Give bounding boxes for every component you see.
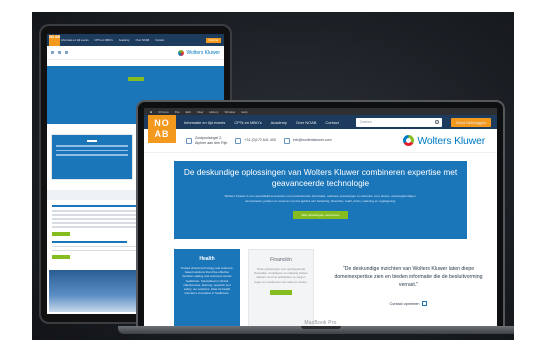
address-city: Alphen aan den Rijn xyxy=(195,140,228,145)
card-title: Financiën xyxy=(270,257,292,263)
nav-item-over-noab[interactable]: Over NOAB xyxy=(296,120,317,125)
nav-item-cpts[interactable]: CPTs en MBO's xyxy=(234,120,261,125)
product-photo: NO AB Informatie en tijd events CPTs en … xyxy=(32,12,514,340)
card-button[interactable] xyxy=(270,289,292,295)
logo-text-top: NO xyxy=(154,118,170,128)
email-address: info@wolterskluwer.com xyxy=(292,138,332,143)
search-placeholder: Zoeken xyxy=(360,120,372,124)
nav-item-academy[interactable]: Academy xyxy=(271,120,287,125)
laptop-screen: ● Chrome File Edit View History Window H… xyxy=(144,108,497,326)
article-button[interactable] xyxy=(52,255,70,260)
tablet-nav-item[interactable]: Academy xyxy=(119,39,130,42)
location-icon xyxy=(51,51,54,54)
phone-icon xyxy=(235,137,242,144)
mail-icon xyxy=(65,51,68,54)
content-row: Health Trusted clinical technology and e… xyxy=(174,249,497,326)
testimonial-quote: "De deskundige inzichten van Wolters Klu… xyxy=(334,266,483,288)
tablet-cta-button[interactable]: Word lid xyxy=(205,37,221,43)
main-nav: Informatie en tijd events CPTs en MBO's … xyxy=(144,115,497,129)
menubar-item[interactable]: Edit xyxy=(186,110,191,114)
article-button[interactable] xyxy=(52,231,70,236)
search-icon[interactable] xyxy=(435,120,439,124)
external-link-icon xyxy=(422,301,428,306)
card-body: Trusted clinical technology and evidence… xyxy=(180,266,234,296)
nav-item-contact[interactable]: Contact xyxy=(325,120,338,125)
phone-number: +31 (0)172 641 400 xyxy=(244,138,276,143)
tablet-brand-name: Wolters Kluwer xyxy=(186,49,220,56)
hero-title: De deskundige oplossingen van Wolters Kl… xyxy=(183,167,458,188)
menubar-item[interactable]: View xyxy=(197,110,203,114)
login-button[interactable]: Word lid/inloggen xyxy=(451,117,491,127)
wolters-kluwer-logo-icon xyxy=(403,135,415,146)
wolters-kluwer-logo-icon xyxy=(178,49,185,56)
contact-link[interactable]: Contact opnemen xyxy=(390,301,428,306)
search-input[interactable]: Zoeken xyxy=(356,117,442,127)
os-menubar: ● Chrome File Edit View History Window H… xyxy=(144,108,497,115)
tablet-hero-button[interactable] xyxy=(127,77,144,81)
location-icon xyxy=(186,137,192,144)
contact-link-label: Contact opnemen xyxy=(389,301,420,306)
brand-logo[interactable]: Wolters Kluwer xyxy=(403,135,485,147)
noab-logo[interactable]: NO AB xyxy=(148,115,176,143)
tablet-nav-item[interactable]: Contact xyxy=(155,39,164,42)
laptop-notch xyxy=(300,326,341,329)
tablet-logo-text: NO AB xyxy=(49,35,60,39)
card-finance[interactable]: Financiën Onze oplossingen voor geïntegr… xyxy=(248,249,314,326)
menubar-item[interactable]: File xyxy=(175,110,180,114)
tablet-address-bar: Wolters Kluwer xyxy=(47,46,224,60)
laptop-device: ● Chrome File Edit View History Window H… xyxy=(118,100,514,334)
tablet-nav-item[interactable]: Over NOAB xyxy=(136,39,150,42)
tablet-card-health[interactable] xyxy=(51,134,133,180)
phone-icon xyxy=(58,51,61,54)
tablet-noab-logo[interactable]: NO AB xyxy=(49,35,60,46)
mail-icon xyxy=(283,137,290,144)
tablet-nav: Informatie en tijd events CPTs en MBO's … xyxy=(47,34,224,46)
login-button-label: Word lid/inloggen xyxy=(456,119,486,125)
card-health[interactable]: Health Trusted clinical technology and e… xyxy=(174,249,240,326)
tablet-brand[interactable]: Wolters Kluwer xyxy=(178,49,220,56)
card-title-line xyxy=(87,140,97,142)
phone-item[interactable]: +31 (0)172 641 400 xyxy=(235,137,276,144)
brand-name: Wolters Kluwer xyxy=(417,134,485,147)
laptop-base xyxy=(118,326,514,334)
tablet-nav-item[interactable]: CPTs en MBO's xyxy=(95,39,113,42)
testimonial: "De deskundige inzichten van Wolters Klu… xyxy=(322,249,497,326)
menubar-item[interactable]: History xyxy=(209,110,218,114)
contact-bar: Zuidpoolsingel 2, Alphen aan den Rijn +3… xyxy=(144,129,497,153)
card-text-line xyxy=(56,149,128,151)
hero-banner: De deskundige oplossingen van Wolters Kl… xyxy=(174,161,467,239)
hero-body: Wolters Kluwer is een wereldwijd leveran… xyxy=(224,194,417,203)
menubar-item[interactable]: Window xyxy=(225,110,236,114)
hero-button[interactable]: Wat oplossingen verkennen xyxy=(293,211,348,220)
card-text-line xyxy=(56,145,128,147)
laptop-lid: ● Chrome File Edit View History Window H… xyxy=(136,100,505,328)
menubar-item[interactable]: Chrome xyxy=(158,110,169,114)
card-text-line xyxy=(56,154,128,156)
card-body: Onze oplossingen voor geïntegreerde fina… xyxy=(254,267,308,284)
article-heading-line xyxy=(52,240,128,243)
apple-icon[interactable]: ● xyxy=(150,110,152,114)
address-item: Zuidpoolsingel 2, Alphen aan den Rijn xyxy=(186,136,227,145)
card-title: Health xyxy=(199,256,215,262)
menubar-item[interactable]: Help xyxy=(241,110,247,114)
nav-item-informatie[interactable]: Informatie en tijd events xyxy=(184,120,225,125)
tablet-nav-item[interactable]: Informatie en tijd events xyxy=(61,39,89,42)
email-item[interactable]: info@wolterskluwer.com xyxy=(283,137,332,144)
logo-text-bottom: AB xyxy=(154,129,170,139)
